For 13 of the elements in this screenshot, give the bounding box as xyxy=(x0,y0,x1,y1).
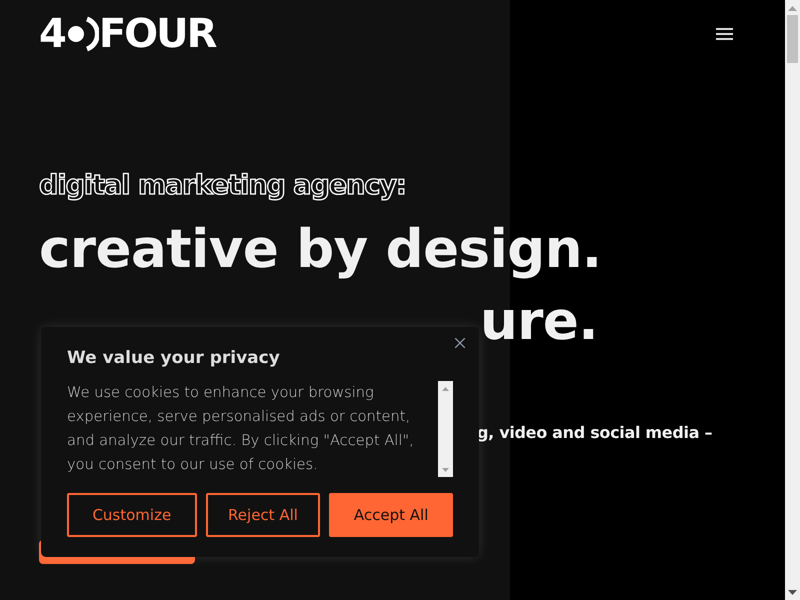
scrollbar[interactable] xyxy=(438,381,453,477)
banner-button[interactable]: Reject All xyxy=(206,493,320,537)
menu-icon[interactable] xyxy=(716,28,733,40)
eyebrow-heading: digital marketing agency: xyxy=(39,170,406,202)
banner-title: We value your privacy xyxy=(67,347,281,369)
scrollbar[interactable] xyxy=(785,0,800,600)
banner-button[interactable]: Accept All xyxy=(329,493,453,537)
logo[interactable]: 4 FOUR xyxy=(39,14,216,54)
banner-button[interactable]: Customize xyxy=(67,493,197,537)
close-icon[interactable] xyxy=(455,338,465,348)
headline: ure. xyxy=(480,290,598,354)
headline: creative by design. xyxy=(39,218,602,282)
banner-text: We use cookies to enhance your browsing experience, serve personalised ads or content, and analyze our traffic. By clicking "Accept All", you consent to our use of cookies. xyxy=(67,383,415,475)
